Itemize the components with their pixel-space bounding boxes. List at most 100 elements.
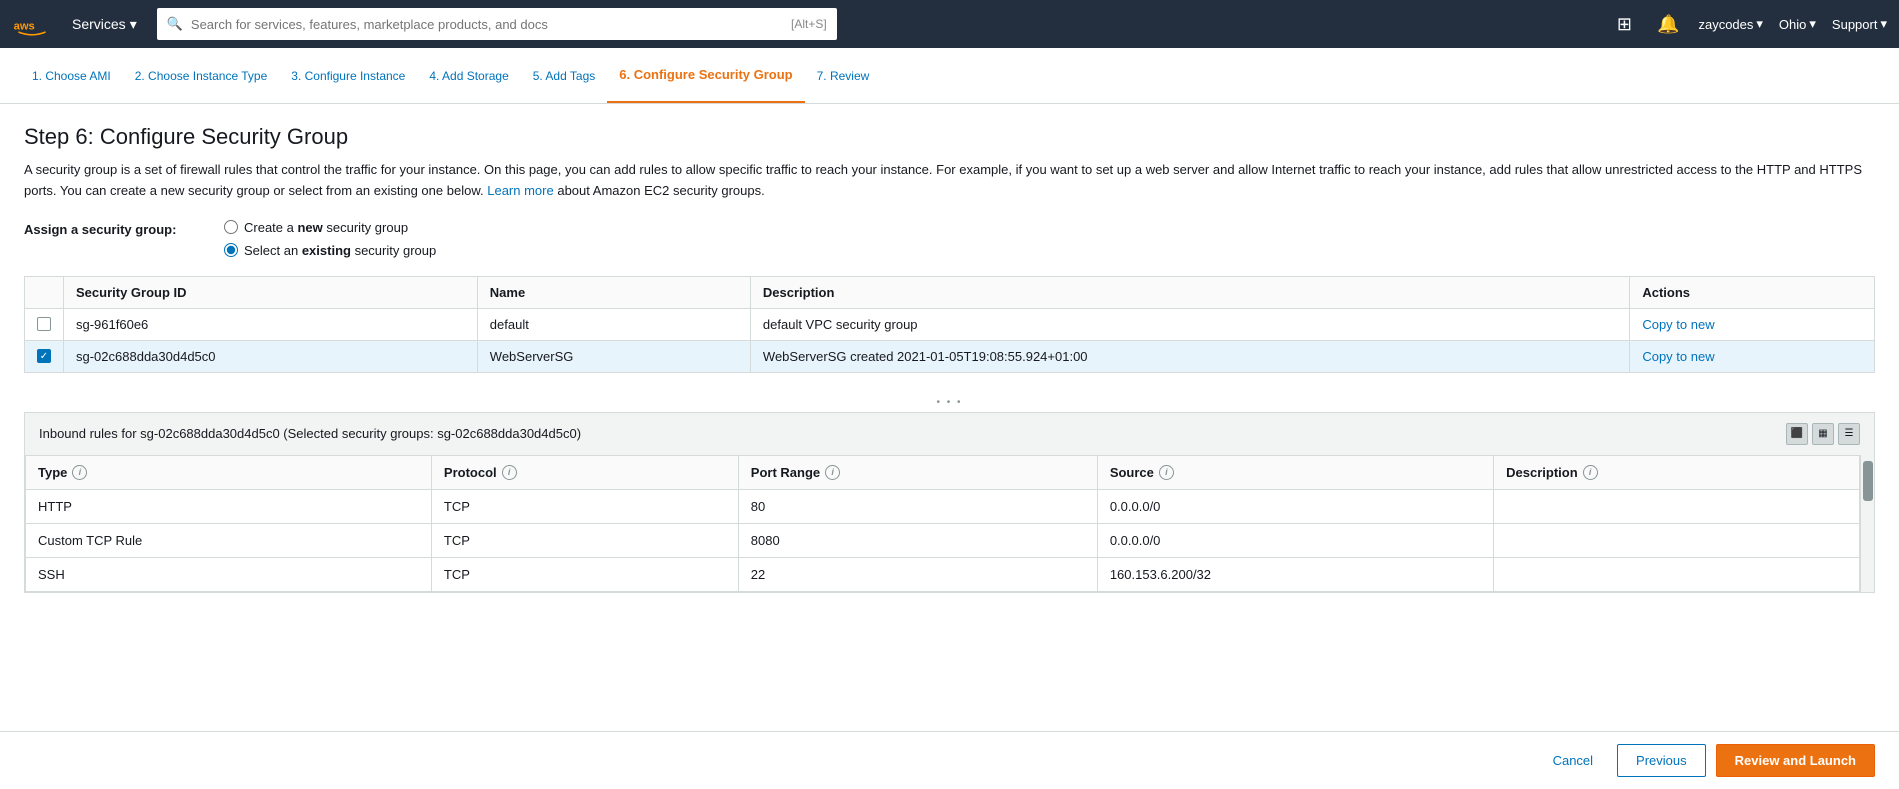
learn-more-link[interactable]: Learn more	[487, 183, 553, 198]
user-chevron-icon: ▾	[1756, 16, 1763, 32]
nav-right: ⊞ 🔔 zaycodes ▾ Ohio ▾ Support ▾	[1610, 10, 1887, 38]
radio-create-input[interactable]	[224, 220, 238, 234]
col-checkbox	[25, 276, 64, 308]
inbound-row-3-description	[1494, 557, 1860, 591]
inbound-rules-title: Inbound rules for sg-02c688dda30d4d5c0 (…	[39, 426, 581, 441]
sg-row-2-id: sg-02c688dda30d4d5c0	[64, 340, 478, 372]
aws-logo[interactable]: aws	[12, 10, 52, 38]
inbound-row-3-port: 22	[738, 557, 1097, 591]
col-sg-id: Security Group ID	[64, 276, 478, 308]
table-row: HTTP TCP 80 0.0.0.0/0	[26, 489, 1860, 523]
sg-row-1-copy-to-new[interactable]: Copy to new	[1630, 308, 1875, 340]
port-info-icon[interactable]: i	[825, 465, 840, 480]
main-content: Step 6: Configure Security Group A secur…	[0, 104, 1899, 789]
table-row: SSH TCP 22 160.153.6.200/32	[26, 557, 1860, 591]
source-info-icon[interactable]: i	[1159, 465, 1174, 480]
support-chevron-icon: ▾	[1880, 16, 1887, 32]
inbound-row-3-type: SSH	[26, 557, 432, 591]
table-row[interactable]: sg-02c688dda30d4d5c0 WebServerSG WebServ…	[25, 340, 1875, 372]
wizard-step-7[interactable]: 7. Review	[805, 48, 882, 103]
svg-text:aws: aws	[14, 21, 35, 33]
services-menu[interactable]: Services ▾	[64, 12, 145, 37]
view-icon-2[interactable]: ▦	[1812, 423, 1834, 445]
sg-row-1-id: sg-961f60e6	[64, 308, 478, 340]
review-launch-button[interactable]: Review and Launch	[1716, 744, 1875, 777]
view-icon-3[interactable]: ☰	[1838, 423, 1860, 445]
search-bar: 🔍 [Alt+S]	[157, 8, 837, 40]
inbound-row-1-type: HTTP	[26, 489, 432, 523]
sg-row-1-name: default	[477, 308, 750, 340]
search-icon: 🔍	[167, 16, 183, 32]
user-name: zaycodes	[1698, 17, 1753, 32]
inbound-rules-header: Inbound rules for sg-02c688dda30d4d5c0 (…	[24, 412, 1875, 455]
col-type: Type i	[26, 455, 432, 489]
search-shortcut: [Alt+S]	[791, 17, 827, 31]
assign-label: Assign a security group:	[24, 220, 224, 237]
previous-button[interactable]: Previous	[1617, 744, 1706, 777]
console-icon[interactable]: ⊞	[1610, 10, 1638, 38]
support-label: Support	[1832, 17, 1878, 32]
wizard-step-2[interactable]: 2. Choose Instance Type	[123, 48, 280, 103]
protocol-info-icon[interactable]: i	[502, 465, 517, 480]
sg-row-2-name: WebServerSG	[477, 340, 750, 372]
col-port-range: Port Range i	[738, 455, 1097, 489]
view-icon-1[interactable]: ⬛	[1786, 423, 1808, 445]
inbound-row-1-description	[1494, 489, 1860, 523]
inbound-row-2-protocol: TCP	[431, 523, 738, 557]
col-actions: Actions	[1630, 276, 1875, 308]
description-info-icon[interactable]: i	[1583, 465, 1598, 480]
sg-row-2-copy-to-new[interactable]: Copy to new	[1630, 340, 1875, 372]
inbound-row-1-protocol: TCP	[431, 489, 738, 523]
sg-row-1-checkbox[interactable]	[25, 308, 64, 340]
inbound-row-2-port: 8080	[738, 523, 1097, 557]
checked-checkbox-icon	[37, 349, 51, 363]
inbound-row-1-port: 80	[738, 489, 1097, 523]
inbound-row-3-source: 160.153.6.200/32	[1097, 557, 1493, 591]
page-description: A security group is a set of firewall ru…	[24, 160, 1875, 202]
wizard-nav: 1. Choose AMI 2. Choose Instance Type 3.…	[0, 48, 1899, 104]
radio-select-existing[interactable]: Select an existing security group	[224, 243, 436, 258]
assign-group-section: Assign a security group: Create a new se…	[24, 220, 1875, 258]
sg-row-1-description: default VPC security group	[750, 308, 1629, 340]
inbound-rules-section: Inbound rules for sg-02c688dda30d4d5c0 (…	[24, 412, 1875, 593]
footer: Cancel Previous Review and Launch	[0, 731, 1899, 789]
page-title: Step 6: Configure Security Group	[24, 124, 1875, 150]
col-source: Source i	[1097, 455, 1493, 489]
services-chevron-icon: ▾	[130, 16, 137, 33]
table-row: Custom TCP Rule TCP 8080 0.0.0.0/0	[26, 523, 1860, 557]
bell-icon[interactable]: 🔔	[1654, 10, 1682, 38]
scroll-bar[interactable]	[1863, 461, 1873, 501]
drag-handle[interactable]: • • •	[24, 393, 1875, 412]
user-menu[interactable]: zaycodes ▾	[1698, 16, 1762, 32]
inbound-row-3-protocol: TCP	[431, 557, 738, 591]
wizard-step-3[interactable]: 3. Configure Instance	[279, 48, 417, 103]
wizard-step-1[interactable]: 1. Choose AMI	[20, 48, 123, 103]
top-nav: aws Services ▾ 🔍 [Alt+S] ⊞ 🔔 zaycodes ▾ …	[0, 0, 1899, 48]
empty-checkbox-icon	[37, 317, 51, 331]
col-name: Name	[477, 276, 750, 308]
type-info-icon[interactable]: i	[72, 465, 87, 480]
inbound-row-2-type: Custom TCP Rule	[26, 523, 432, 557]
support-menu[interactable]: Support ▾	[1832, 16, 1887, 32]
inbound-rules-icons: ⬛ ▦ ☰	[1786, 423, 1860, 445]
region-menu[interactable]: Ohio ▾	[1779, 16, 1816, 32]
table-row[interactable]: sg-961f60e6 default default VPC security…	[25, 308, 1875, 340]
inbound-row-2-description	[1494, 523, 1860, 557]
radio-select-input[interactable]	[224, 243, 238, 257]
col-inbound-description: Description i	[1494, 455, 1860, 489]
wizard-step-5[interactable]: 5. Add Tags	[521, 48, 608, 103]
cancel-button[interactable]: Cancel	[1539, 745, 1607, 776]
radio-create-new[interactable]: Create a new security group	[224, 220, 436, 235]
region-chevron-icon: ▾	[1809, 16, 1816, 32]
sg-row-2-description: WebServerSG created 2021-01-05T19:08:55.…	[750, 340, 1629, 372]
wizard-step-4[interactable]: 4. Add Storage	[417, 48, 520, 103]
inbound-rules-table: Type i Protocol i	[25, 455, 1860, 592]
services-label: Services	[72, 16, 126, 32]
region-name: Ohio	[1779, 17, 1806, 32]
inbound-row-2-source: 0.0.0.0/0	[1097, 523, 1493, 557]
wizard-step-6: 6. Configure Security Group	[607, 48, 804, 103]
search-input[interactable]	[191, 17, 791, 32]
sg-row-2-checkbox[interactable]	[25, 340, 64, 372]
inbound-row-1-source: 0.0.0.0/0	[1097, 489, 1493, 523]
security-group-table: Security Group ID Name Description Actio…	[24, 276, 1875, 373]
